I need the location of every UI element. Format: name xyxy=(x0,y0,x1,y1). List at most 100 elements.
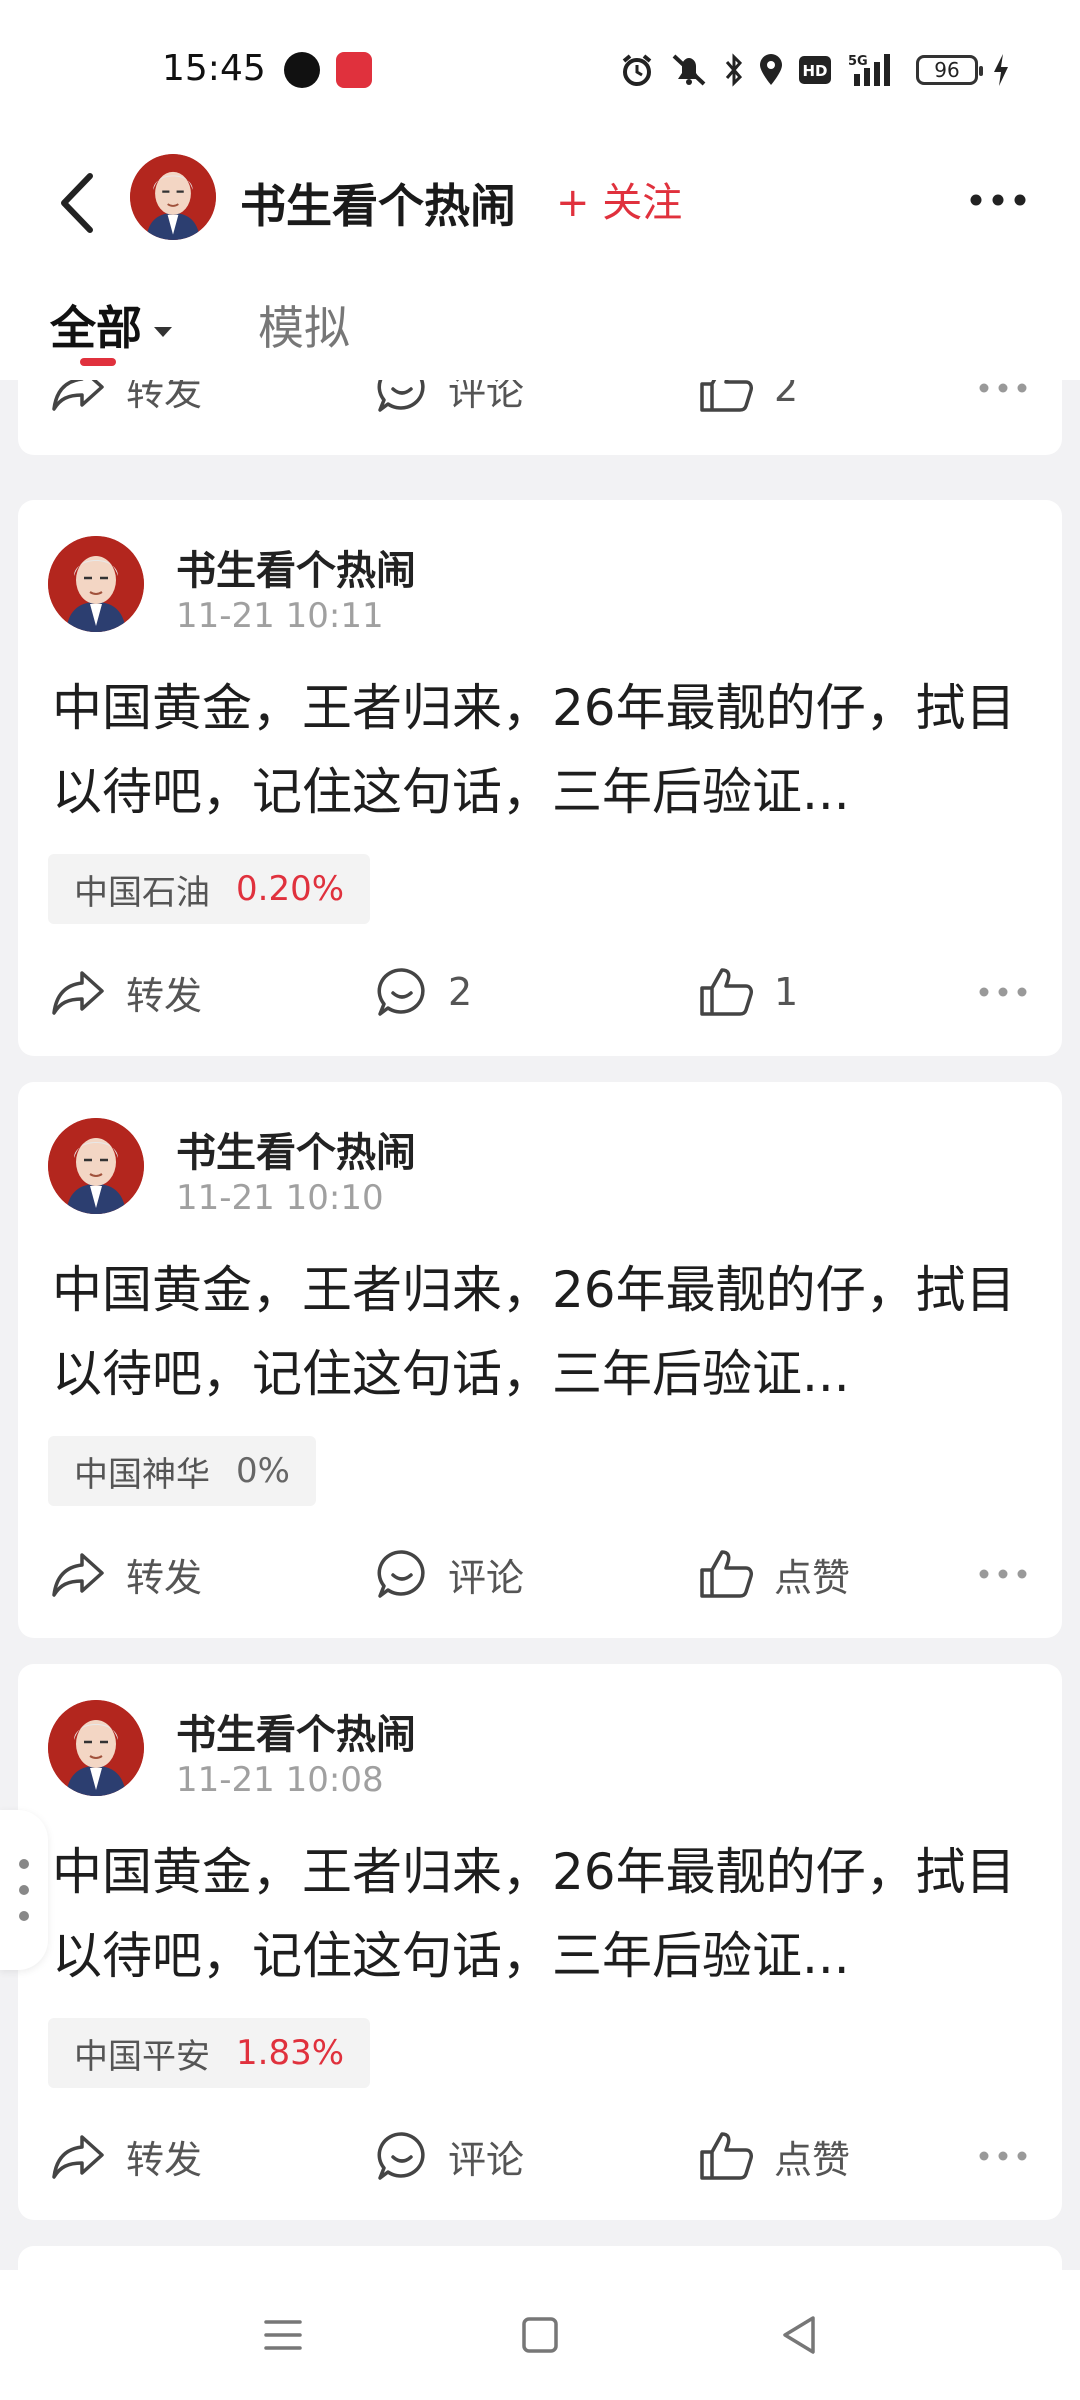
comment-button[interactable]: 评论 xyxy=(376,2116,524,2196)
tab-all[interactable]: 全部 xyxy=(50,292,172,358)
charging-icon xyxy=(994,54,1008,86)
comment-icon xyxy=(377,968,425,1016)
share-label: 转发 xyxy=(126,2137,203,2182)
stock-change: 0% xyxy=(236,1451,290,1491)
mute-icon xyxy=(672,54,706,86)
share-icon xyxy=(52,1553,104,1597)
svg-text:5G: 5G xyxy=(848,54,868,69)
comment-button[interactable]: 评论 xyxy=(376,1534,524,1614)
comment-icon xyxy=(377,2132,425,2180)
like-button[interactable]: 2 xyxy=(698,380,798,428)
like-label: 点赞 xyxy=(774,2137,851,2182)
comment-label: 评论 xyxy=(448,1555,525,1600)
post-card-partial: 转发 评论 2 xyxy=(18,380,1062,455)
tab-bar: 全部 模拟 xyxy=(0,270,1080,380)
post-text[interactable]: 中国黄金，王者归来，26年最靓的仔，拭目以待吧，记住这句话，三年后验证... xyxy=(52,1248,1042,1416)
share-button[interactable]: 转发 xyxy=(50,952,202,1032)
stock-tag[interactable]: 中国平安 1.83% xyxy=(48,2018,371,2088)
post-feed[interactable]: 转发 评论 2 书生看个热闹 11-21 10:11 中国黄金，王者归来，26年… xyxy=(0,380,1080,2270)
battery-icon: 96 xyxy=(916,55,983,85)
tab-simulated[interactable]: 模拟 xyxy=(258,292,350,358)
hd-icon: HD xyxy=(799,56,831,84)
svg-text:HD: HD xyxy=(802,62,827,80)
post-time: 11-21 10:11 xyxy=(176,596,384,636)
profile-header: 书生看个热闹 + 关注 xyxy=(0,130,1080,270)
stock-change: 1.83% xyxy=(236,2033,345,2073)
chevron-left-icon[interactable] xyxy=(50,168,110,238)
profile-name: 书生看个热闹 xyxy=(240,179,516,233)
post-card-peek xyxy=(18,2246,1062,2270)
like-label: 2 xyxy=(774,380,799,410)
more-options-icon[interactable] xyxy=(978,952,1028,1032)
share-button[interactable]: 转发 xyxy=(50,2116,202,2196)
like-label: 点赞 xyxy=(774,1555,851,1600)
follow-button[interactable]: + 关注 xyxy=(556,170,682,228)
share-button[interactable]: 转发 xyxy=(50,1534,202,1614)
more-options-icon[interactable] xyxy=(978,1534,1028,1614)
like-label: 1 xyxy=(774,970,799,1014)
share-label: 转发 xyxy=(126,380,203,414)
post-author[interactable]: 书生看个热闹 xyxy=(176,538,416,596)
share-icon xyxy=(52,2135,104,2179)
alarm-icon xyxy=(622,54,652,86)
more-options-icon[interactable] xyxy=(978,2116,1028,2196)
comment-button[interactable]: 评论 xyxy=(376,380,524,428)
like-button[interactable]: 1 xyxy=(698,952,798,1032)
avatar[interactable] xyxy=(48,1118,144,1214)
avatar[interactable] xyxy=(48,1700,144,1796)
side-drawer-handle[interactable] xyxy=(0,1810,48,1970)
back-icon[interactable] xyxy=(775,2310,825,2360)
comment-icon xyxy=(377,1550,425,1598)
stock-name: 中国石油 xyxy=(74,872,210,913)
comment-label: 评论 xyxy=(448,2137,525,2182)
stock-tag[interactable]: 中国石油 0.20% xyxy=(48,854,371,924)
post-card[interactable]: 书生看个热闹 11-21 10:11 中国黄金，王者归来，26年最靓的仔，拭目以… xyxy=(18,500,1062,1056)
tab-all-label: 全部 xyxy=(50,301,142,355)
comment-icon xyxy=(377,380,425,412)
stock-change: 0.20% xyxy=(236,869,345,909)
comment-label: 2 xyxy=(448,970,473,1014)
like-button[interactable]: 点赞 xyxy=(698,1534,850,1614)
post-author[interactable]: 书生看个热闹 xyxy=(176,1702,416,1760)
post-text[interactable]: 中国黄金，王者归来，26年最靓的仔，拭目以待吧，记住这句话，三年后验证... xyxy=(52,1830,1042,1998)
post-actions: 转发 评论 点赞 xyxy=(18,1534,1062,1614)
status-time: 15:45 xyxy=(162,48,266,89)
like-button[interactable]: 点赞 xyxy=(698,2116,850,2196)
vertical-dots-icon xyxy=(19,1859,29,1921)
location-icon xyxy=(760,54,782,85)
post-time: 11-21 10:10 xyxy=(176,1178,384,1218)
share-button[interactable]: 转发 xyxy=(50,380,202,428)
post-card[interactable]: 书生看个热闹 11-21 10:10 中国黄金，王者归来，26年最靓的仔，拭目以… xyxy=(18,1082,1062,1638)
menu-icon[interactable] xyxy=(258,2310,308,2360)
share-label: 转发 xyxy=(126,973,203,1018)
music-app-icon xyxy=(284,52,320,88)
stock-name: 中国神华 xyxy=(74,1454,210,1495)
post-actions: 转发 2 1 xyxy=(18,952,1062,1032)
avatar[interactable] xyxy=(130,154,216,240)
more-options-icon[interactable] xyxy=(978,380,1028,428)
status-icons: HD 5G 96 xyxy=(620,50,1010,90)
post-time: 11-21 10:08 xyxy=(176,1760,384,1800)
share-label: 转发 xyxy=(126,1555,203,1600)
avatar[interactable] xyxy=(48,536,144,632)
system-nav-bar xyxy=(0,2270,1080,2400)
red-app-icon xyxy=(336,52,372,88)
post-card[interactable]: 书生看个热闹 11-21 10:08 中国黄金，王者归来，26年最靓的仔，拭目以… xyxy=(18,1664,1062,2220)
share-icon xyxy=(52,971,104,1015)
active-tab-indicator xyxy=(80,358,116,366)
post-actions: 转发 评论 点赞 xyxy=(18,2116,1062,2196)
thumbs-up-icon xyxy=(700,2132,753,2180)
caret-down-icon xyxy=(154,326,172,337)
status-bar: 15:45 HD 5G 96 xyxy=(0,0,1080,130)
comment-label: 评论 xyxy=(448,380,525,414)
comment-button[interactable]: 2 xyxy=(376,952,472,1032)
stock-tag[interactable]: 中国神华 0% xyxy=(48,1436,316,1506)
share-icon xyxy=(52,380,104,411)
home-icon[interactable] xyxy=(515,2310,565,2360)
more-horizontal-icon[interactable] xyxy=(968,192,1028,208)
post-author[interactable]: 书生看个热闹 xyxy=(176,1120,416,1178)
thumbs-up-icon xyxy=(700,380,753,412)
thumbs-up-icon xyxy=(700,1550,753,1598)
post-text[interactable]: 中国黄金，王者归来，26年最靓的仔，拭目以待吧，记住这句话，三年后验证... xyxy=(52,666,1042,834)
stock-name: 中国平安 xyxy=(74,2036,210,2077)
